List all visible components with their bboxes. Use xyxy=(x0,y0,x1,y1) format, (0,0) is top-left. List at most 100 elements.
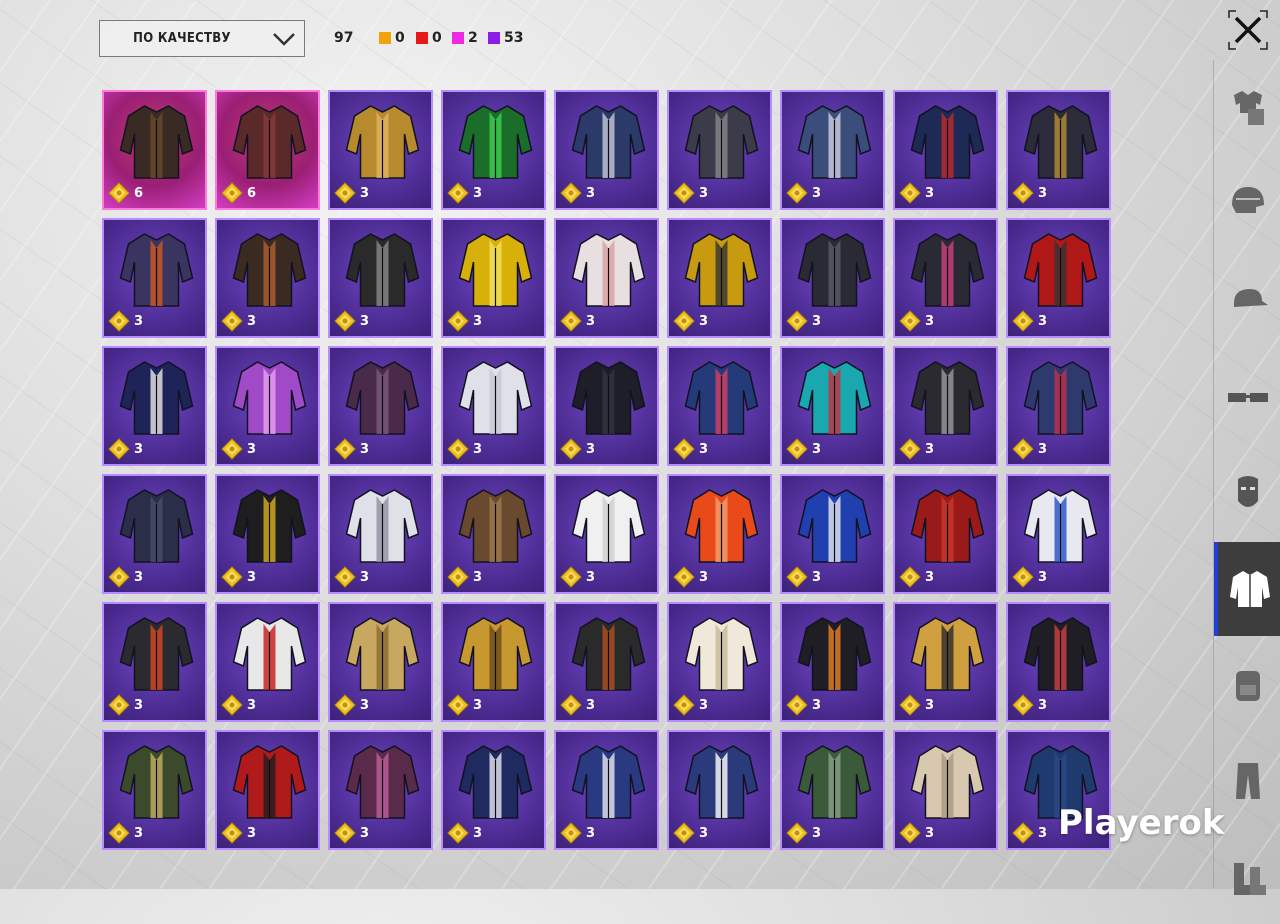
jacket-icon xyxy=(684,361,759,435)
item-tile-29[interactable]: 3 xyxy=(215,474,320,594)
item-tile-28[interactable]: 3 xyxy=(102,474,207,594)
category-mask[interactable] xyxy=(1214,446,1280,540)
item-tile-46[interactable]: 3 xyxy=(102,730,207,850)
category-shoes[interactable] xyxy=(1214,830,1280,924)
item-tile-16[interactable]: 3 xyxy=(780,218,885,338)
item-tile-37[interactable]: 3 xyxy=(102,602,207,722)
item-tile-41[interactable]: 3 xyxy=(554,602,659,722)
item-tile-17[interactable]: 3 xyxy=(893,218,998,338)
item-tile-42[interactable]: 3 xyxy=(667,602,772,722)
category-sidebar xyxy=(1213,60,1280,895)
item-tile-47[interactable]: 3 xyxy=(215,730,320,850)
jacket-icon xyxy=(458,233,533,307)
item-tile-10[interactable]: 3 xyxy=(102,218,207,338)
coin-diamond-icon xyxy=(447,310,469,332)
item-tile-2[interactable]: 6 xyxy=(215,90,320,210)
item-tile-53[interactable]: 3 xyxy=(893,730,998,850)
backpack-icon xyxy=(1235,671,1260,701)
item-tile-52[interactable]: 3 xyxy=(780,730,885,850)
item-tile-9[interactable]: 3 xyxy=(1006,90,1111,210)
item-tile-22[interactable]: 3 xyxy=(441,346,546,466)
item-tile-13[interactable]: 3 xyxy=(441,218,546,338)
item-tile-50[interactable]: 3 xyxy=(554,730,659,850)
item-tile-18[interactable]: 3 xyxy=(1006,218,1111,338)
jacket-icon xyxy=(458,105,533,179)
jacket-icon xyxy=(571,105,646,179)
total-count: 97 xyxy=(334,30,354,46)
jacket-icon xyxy=(119,489,194,563)
item-value: 3 xyxy=(586,441,596,457)
item-tile-40[interactable]: 3 xyxy=(441,602,546,722)
category-helmet[interactable] xyxy=(1214,154,1280,248)
item-tile-51[interactable]: 3 xyxy=(667,730,772,850)
item-price: 3 xyxy=(786,438,821,460)
category-cap[interactable] xyxy=(1214,254,1280,348)
item-price: 3 xyxy=(560,182,595,204)
item-tile-7[interactable]: 3 xyxy=(780,90,885,210)
jacket-icon xyxy=(119,745,194,819)
category-glasses[interactable] xyxy=(1214,350,1280,444)
item-value: 3 xyxy=(360,569,370,585)
item-tile-5[interactable]: 3 xyxy=(554,90,659,210)
jacket-icon xyxy=(345,489,420,563)
coin-diamond-icon xyxy=(334,310,356,332)
item-tile-3[interactable]: 3 xyxy=(328,90,433,210)
item-value: 3 xyxy=(1038,697,1048,713)
item-tile-4[interactable]: 3 xyxy=(441,90,546,210)
item-tile-43[interactable]: 3 xyxy=(780,602,885,722)
item-price: 3 xyxy=(560,310,595,332)
close-button[interactable] xyxy=(1228,10,1268,50)
coin-diamond-icon xyxy=(108,566,130,588)
stat-pink: 2 xyxy=(452,30,478,46)
item-tile-14[interactable]: 3 xyxy=(554,218,659,338)
item-value: 3 xyxy=(473,441,483,457)
coin-diamond-icon xyxy=(899,310,921,332)
jacket-icon xyxy=(458,745,533,819)
coin-diamond-icon xyxy=(334,566,356,588)
stat-orange-value: 0 xyxy=(395,30,405,46)
item-tile-36[interactable]: 3 xyxy=(1006,474,1111,594)
item-tile-12[interactable]: 3 xyxy=(328,218,433,338)
item-tile-1[interactable]: 6 xyxy=(102,90,207,210)
item-tile-33[interactable]: 3 xyxy=(667,474,772,594)
category-outfit[interactable] xyxy=(1214,60,1280,154)
stat-red: 0 xyxy=(416,30,442,46)
item-tile-24[interactable]: 3 xyxy=(667,346,772,466)
item-tile-48[interactable]: 3 xyxy=(328,730,433,850)
item-tile-19[interactable]: 3 xyxy=(102,346,207,466)
category-backpack[interactable] xyxy=(1214,638,1280,732)
item-tile-11[interactable]: 3 xyxy=(215,218,320,338)
item-tile-44[interactable]: 3 xyxy=(893,602,998,722)
item-tile-8[interactable]: 3 xyxy=(893,90,998,210)
item-tile-31[interactable]: 3 xyxy=(441,474,546,594)
item-value: 3 xyxy=(699,697,709,713)
item-price: 3 xyxy=(334,182,369,204)
item-tile-38[interactable]: 3 xyxy=(215,602,320,722)
category-jacket[interactable] xyxy=(1214,542,1280,636)
item-tile-49[interactable]: 3 xyxy=(441,730,546,850)
item-tile-26[interactable]: 3 xyxy=(893,346,998,466)
item-value: 6 xyxy=(247,185,257,201)
item-tile-23[interactable]: 3 xyxy=(554,346,659,466)
item-tile-27[interactable]: 3 xyxy=(1006,346,1111,466)
pink-swatch-icon xyxy=(452,32,464,44)
item-price: 3 xyxy=(447,438,482,460)
item-tile-32[interactable]: 3 xyxy=(554,474,659,594)
item-tile-20[interactable]: 3 xyxy=(215,346,320,466)
outfit-icon xyxy=(1233,91,1264,125)
purple-swatch-icon xyxy=(488,32,500,44)
sort-dropdown[interactable]: ПО КАЧЕСТВУ xyxy=(99,20,305,57)
item-value: 3 xyxy=(925,313,935,329)
item-tile-39[interactable]: 3 xyxy=(328,602,433,722)
item-tile-35[interactable]: 3 xyxy=(893,474,998,594)
shoes-icon xyxy=(1233,863,1266,895)
item-tile-6[interactable]: 3 xyxy=(667,90,772,210)
item-tile-34[interactable]: 3 xyxy=(780,474,885,594)
item-tile-45[interactable]: 3 xyxy=(1006,602,1111,722)
item-tile-15[interactable]: 3 xyxy=(667,218,772,338)
item-value: 3 xyxy=(247,825,257,841)
item-tile-30[interactable]: 3 xyxy=(328,474,433,594)
item-tile-25[interactable]: 3 xyxy=(780,346,885,466)
item-tile-21[interactable]: 3 xyxy=(328,346,433,466)
coin-diamond-icon xyxy=(1012,310,1034,332)
